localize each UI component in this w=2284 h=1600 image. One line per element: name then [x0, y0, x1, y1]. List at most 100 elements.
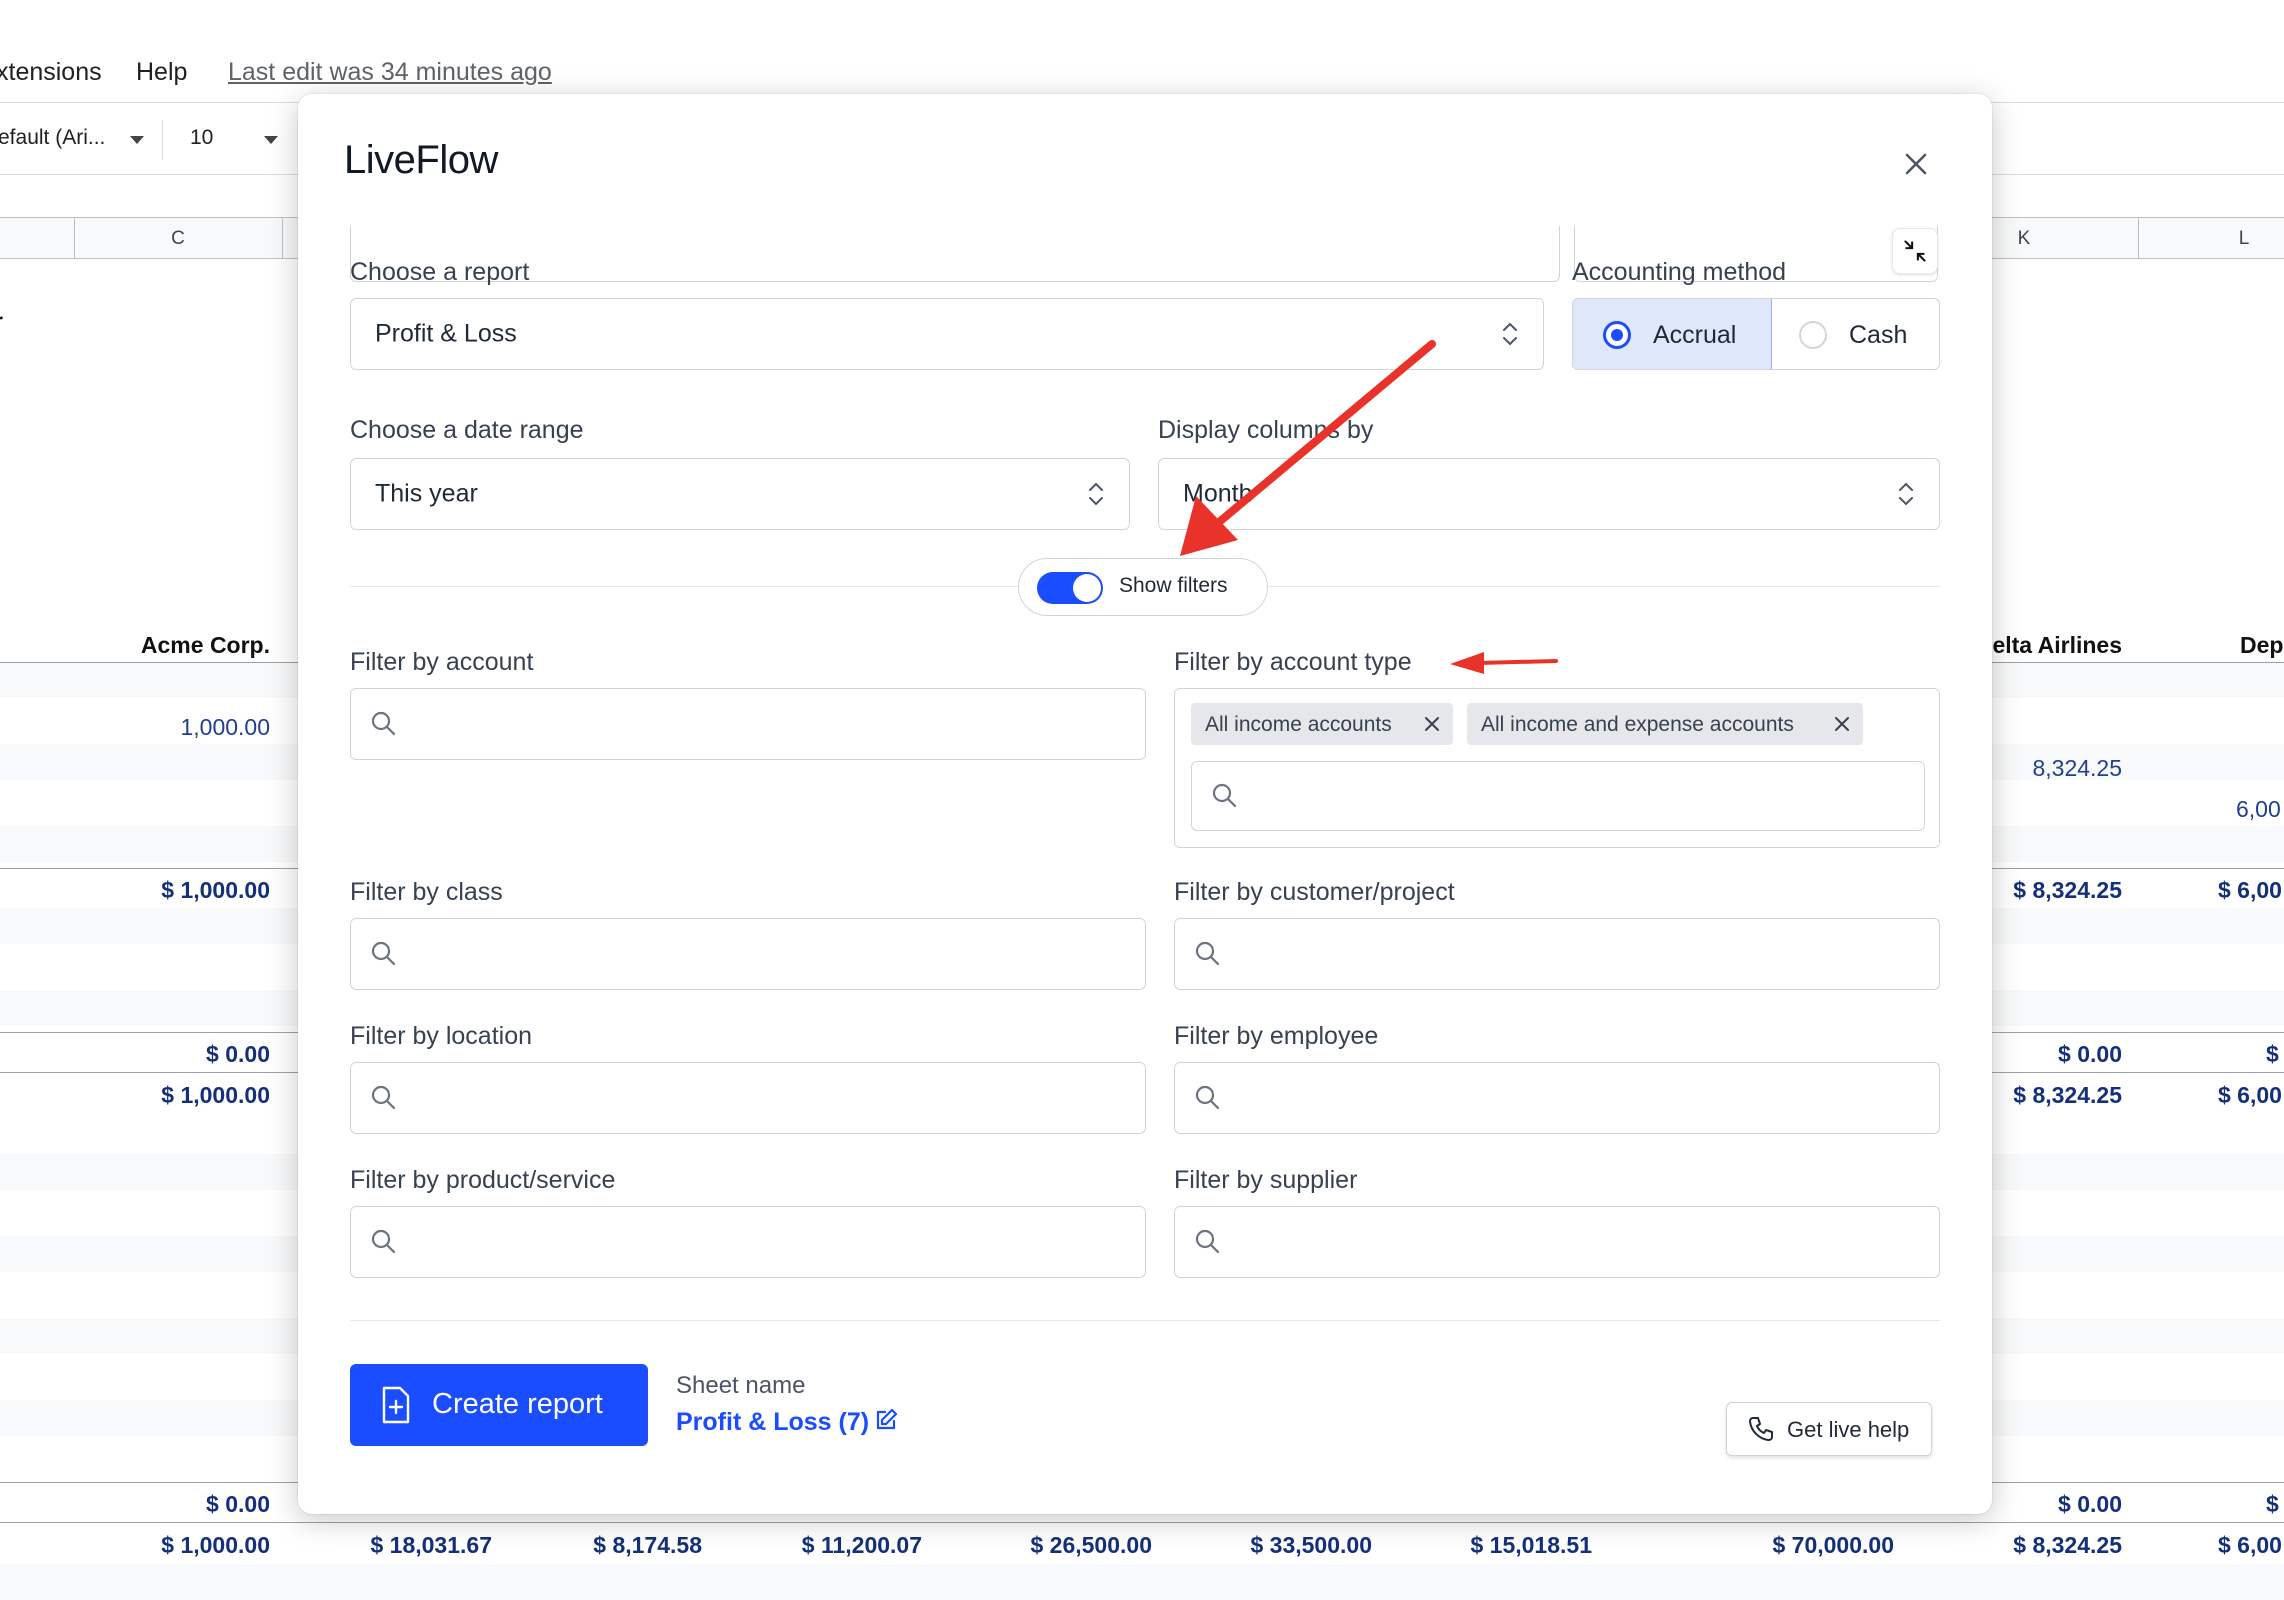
- collapse-button[interactable]: [1892, 228, 1938, 274]
- cell-c-value[interactable]: 1,000.00: [180, 714, 270, 741]
- liveflow-dialog: LiveFlow LiveFlow Choose a report Profit…: [298, 94, 1992, 1514]
- column-header-acme: Acme Corp.: [140, 632, 270, 658]
- phone-icon: [1749, 1417, 1773, 1441]
- edit-icon[interactable]: [874, 1408, 898, 1432]
- filter-customer-input[interactable]: [1174, 918, 1940, 990]
- column-header-dep: Dep: [2240, 632, 2284, 658]
- filter-account-label: Filter by account: [350, 648, 534, 676]
- chip-all-income-expense: All income and expense accounts: [1467, 703, 1863, 745]
- cell-k-zero[interactable]: $ 0.00: [2058, 1491, 2122, 1518]
- search-icon: [1195, 1085, 1220, 1110]
- show-filters-toggle[interactable]: Show filters: [1018, 558, 1268, 616]
- cell-k-total[interactable]: $ 8,324.25: [2013, 877, 2122, 904]
- display-columns-select[interactable]: Month: [1158, 458, 1940, 530]
- footer-divider: [350, 1320, 1940, 1321]
- accrual-label: Accrual: [1653, 321, 1737, 349]
- show-filters-label: Show filters: [1119, 574, 1228, 597]
- filter-supplier-input[interactable]: [1174, 1206, 1940, 1278]
- date-range-value: This year: [375, 479, 478, 508]
- date-range-select[interactable]: This year: [350, 458, 1130, 530]
- filter-employee-input[interactable]: [1174, 1062, 1940, 1134]
- column-divider: [2138, 217, 2139, 259]
- report-select[interactable]: Profit & Loss: [350, 298, 1544, 370]
- filter-account-input[interactable]: [350, 688, 1146, 760]
- create-report-button[interactable]: Create report: [350, 1364, 648, 1446]
- column-header-c[interactable]: C: [148, 228, 208, 250]
- cell-grand-total[interactable]: $ 26,500.00: [1030, 1532, 1152, 1559]
- filter-account-type-label: Filter by account type: [1174, 648, 1412, 676]
- row-rule: [0, 1522, 2284, 1523]
- filter-class-input[interactable]: [350, 918, 1146, 990]
- filter-product-input[interactable]: [350, 1206, 1146, 1278]
- search-icon: [371, 941, 396, 966]
- cell-grand-total[interactable]: $ 18,031.67: [370, 1532, 492, 1559]
- font-family-select[interactable]: efault (Ari...: [0, 126, 105, 150]
- filter-supplier-label: Filter by supplier: [1174, 1166, 1358, 1194]
- cell-c-zero[interactable]: $ 0.00: [206, 1491, 270, 1518]
- chip-all-income: All income accounts: [1191, 703, 1453, 745]
- cell-l-grand-total[interactable]: $ 6,00: [2218, 1532, 2282, 1559]
- header-mask: [298, 94, 1992, 226]
- filter-class-label: Filter by class: [350, 878, 503, 906]
- column-header-k[interactable]: K: [1994, 228, 2054, 250]
- cell-grand-total[interactable]: $ 70,000.00: [1772, 1532, 1894, 1559]
- cell-l-zero[interactable]: $: [2266, 1491, 2279, 1518]
- row-stripe: [0, 1564, 2284, 1600]
- close-icon[interactable]: [1898, 146, 1934, 182]
- font-size-caret-icon: [264, 136, 278, 144]
- row-stub-text: r: [0, 308, 3, 335]
- cell-grand-total[interactable]: $ 8,174.58: [593, 1532, 702, 1559]
- column-divider: [282, 217, 283, 259]
- last-edit-link[interactable]: Last edit was 34 minutes ago: [228, 58, 552, 87]
- display-columns-label: Display columns by: [1158, 416, 1374, 444]
- accounting-method-toggle: Accrual Cash: [1572, 298, 1940, 370]
- chip-label: All income accounts: [1205, 713, 1392, 736]
- dialog-title-overlay: LiveFlow: [344, 138, 498, 182]
- accrual-radio[interactable]: [1603, 321, 1631, 349]
- menu-help[interactable]: Help: [136, 58, 187, 87]
- accounting-method-label: Accounting method: [1572, 258, 1787, 286]
- remove-chip-icon[interactable]: [1423, 715, 1441, 733]
- search-icon: [371, 1229, 396, 1254]
- column-divider: [74, 217, 75, 259]
- cell-grand-total[interactable]: $ 15,018.51: [1470, 1532, 1592, 1559]
- cell-l-total[interactable]: $ 6,00: [2218, 877, 2282, 904]
- date-range-label: Choose a date range: [350, 416, 584, 444]
- cell-c-grand-total[interactable]: $ 1,000.00: [161, 1532, 270, 1559]
- filter-account-type-input[interactable]: [1191, 761, 1925, 831]
- create-report-label: Create report: [432, 1388, 603, 1420]
- filter-product-label: Filter by product/service: [350, 1166, 616, 1194]
- search-icon: [371, 711, 396, 736]
- font-size-select[interactable]: 10: [190, 126, 213, 150]
- cell-l-zero[interactable]: $: [2266, 1041, 2279, 1068]
- sheet-name-value[interactable]: Profit & Loss (7): [676, 1408, 869, 1437]
- updown-chevron-icon: [1089, 482, 1103, 506]
- search-icon: [1195, 1229, 1220, 1254]
- filter-employee-label: Filter by employee: [1174, 1022, 1379, 1050]
- toggle-switch[interactable]: [1037, 572, 1103, 604]
- cash-radio[interactable]: [1799, 321, 1827, 349]
- cell-grand-total[interactable]: $ 33,500.00: [1250, 1532, 1372, 1559]
- report-select-value: Profit & Loss: [375, 319, 517, 348]
- cell-c-zero[interactable]: $ 0.00: [206, 1041, 270, 1068]
- cell-k-grand-total[interactable]: $ 8,324.25: [2013, 1532, 2122, 1559]
- cell-c-total[interactable]: $ 1,000.00: [161, 1082, 270, 1109]
- filter-customer-label: Filter by customer/project: [1174, 878, 1455, 906]
- filter-location-input[interactable]: [350, 1062, 1146, 1134]
- cell-l-total[interactable]: $ 6,00: [2218, 1082, 2282, 1109]
- column-header-l[interactable]: L: [2214, 228, 2274, 250]
- cell-k-zero[interactable]: $ 0.00: [2058, 1041, 2122, 1068]
- menu-extensions[interactable]: xtensions: [0, 58, 102, 87]
- remove-chip-icon[interactable]: [1833, 715, 1851, 733]
- cell-l-value[interactable]: 6,00: [2236, 796, 2281, 823]
- updown-chevron-icon: [1899, 482, 1913, 506]
- sheet-name-label: Sheet name: [676, 1372, 806, 1399]
- cell-k-total[interactable]: $ 8,324.25: [2013, 1082, 2122, 1109]
- cell-grand-total[interactable]: $ 11,200.07: [802, 1532, 922, 1559]
- filter-location-label: Filter by location: [350, 1022, 533, 1050]
- cell-k-value[interactable]: 8,324.25: [2032, 755, 2122, 782]
- get-live-help-button[interactable]: Get live help: [1726, 1402, 1932, 1456]
- cell-c-total[interactable]: $ 1,000.00: [161, 877, 270, 904]
- collapse-icon: [1904, 240, 1926, 262]
- get-live-help-label: Get live help: [1787, 1417, 1910, 1442]
